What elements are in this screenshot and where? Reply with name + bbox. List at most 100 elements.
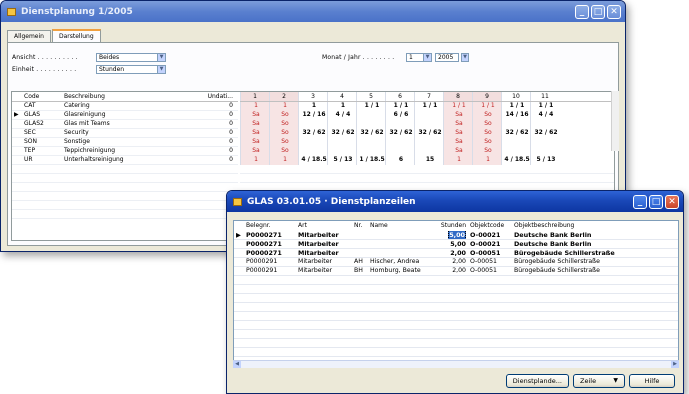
maximize-button[interactable]: □ xyxy=(591,4,605,19)
table-row[interactable]: TEP Teppichreinigung 0 xyxy=(12,147,238,156)
col-objektcode[interactable]: Objektcode xyxy=(468,221,512,231)
day-cell[interactable]: 4 / 4 xyxy=(530,111,559,120)
day-cell[interactable]: Sa xyxy=(240,147,269,156)
hilfe-button[interactable]: Hilfe xyxy=(629,374,675,388)
day-cell[interactable]: 1 / 1 xyxy=(530,102,559,111)
row-selector-icon[interactable]: ▶ xyxy=(234,231,244,239)
cell-stunden[interactable]: 2,00 xyxy=(438,267,468,275)
close-button[interactable]: ✕ xyxy=(665,194,679,209)
dienstplan-button[interactable]: Dienstplande... xyxy=(505,374,569,388)
table-row[interactable]: Sa So Sa So xyxy=(240,147,614,156)
day-cell[interactable]: So xyxy=(269,120,298,129)
table-row[interactable]: P0000291 Mitarbeiter BH Homburg, Beate 2,00 O… xyxy=(234,267,678,276)
col-art[interactable]: Art xyxy=(296,221,352,231)
day-cell[interactable] xyxy=(414,138,443,147)
day-cell[interactable]: 12 / 16 xyxy=(298,111,327,120)
row-selector-icon[interactable] xyxy=(12,156,22,164)
col-nr[interactable]: Nr. xyxy=(352,221,368,231)
day-cell[interactable]: So xyxy=(269,138,298,147)
row-selector-icon[interactable] xyxy=(234,249,244,257)
close-button[interactable]: ✕ xyxy=(607,4,621,19)
dropdown-arrow-icon[interactable]: ▼ xyxy=(157,53,165,61)
day-cell[interactable] xyxy=(356,111,385,120)
day-cell[interactable]: 14 / 16 xyxy=(501,111,530,120)
day-cell[interactable] xyxy=(414,111,443,120)
day-cell[interactable]: 1 xyxy=(240,156,269,165)
day-cell[interactable]: 6 / 6 xyxy=(385,111,414,120)
day-cell[interactable]: So xyxy=(269,129,298,138)
day-header-cell[interactable]: 4 xyxy=(327,92,356,101)
day-cell[interactable] xyxy=(530,120,559,129)
table-row[interactable]: P0000291 Mitarbeiter AH Hischer, Andrea 2,00… xyxy=(234,258,678,267)
col-name[interactable]: Name xyxy=(368,221,438,231)
col-beschreibung[interactable]: Beschreibung xyxy=(62,92,180,101)
minimize-button[interactable]: _ xyxy=(575,4,589,19)
table-row[interactable]: ▶ P0000271 Mitarbeiter 5,00 O-00021 Deutsche … xyxy=(234,231,678,240)
day-cell[interactable] xyxy=(385,120,414,129)
day-cell[interactable]: Sa xyxy=(443,138,472,147)
day-cell[interactable]: So xyxy=(472,129,501,138)
horizontal-scrollbar[interactable]: ◀ ▶ xyxy=(233,360,679,368)
day-cell[interactable] xyxy=(530,138,559,147)
day-cell[interactable]: 32 / 62 xyxy=(385,129,414,138)
row-selector-icon[interactable] xyxy=(12,102,22,110)
row-selector-icon[interactable] xyxy=(12,147,22,155)
day-cell[interactable]: 1 / 1 xyxy=(443,102,472,111)
day-cell[interactable]: Sa xyxy=(443,111,472,120)
day-cell[interactable]: 1 / 1 xyxy=(385,102,414,111)
ansicht-select[interactable]: Beides ▼ xyxy=(96,52,166,62)
table-row[interactable]: Sa So Sa So xyxy=(240,120,614,129)
table-row[interactable]: 114 / 18.5 5 / 13 1 / 18.5 6 15 1 1 4 / 18.5 5 /… xyxy=(240,156,614,165)
col-code[interactable]: Code xyxy=(22,92,62,101)
day-cell[interactable]: 32 / 62 xyxy=(327,129,356,138)
day-cell[interactable]: 15 xyxy=(414,156,443,165)
day-cell[interactable]: Sa xyxy=(240,120,269,129)
cell-stunden[interactable]: 5,00 xyxy=(438,240,468,248)
scroll-right-icon[interactable]: ▶ xyxy=(671,361,679,368)
day-cell[interactable]: 5 / 13 xyxy=(530,156,559,165)
day-cell[interactable] xyxy=(501,138,530,147)
table-row[interactable]: 11111 / 11 / 11 / 11 / 11 / 11 / 11 / 1 xyxy=(240,102,614,111)
day-cell[interactable] xyxy=(298,138,327,147)
day-cell[interactable]: 32 / 62 xyxy=(414,129,443,138)
day-cell[interactable]: 1 xyxy=(472,156,501,165)
day-cell[interactable]: 1 xyxy=(240,102,269,111)
zeile-button[interactable]: Zeile ▼ xyxy=(573,374,625,388)
monat-select[interactable]: 1 ▼ xyxy=(406,52,432,62)
day-header-cell[interactable]: 1 xyxy=(240,92,269,101)
day-cell[interactable]: 32 / 62 xyxy=(298,129,327,138)
day-cell[interactable] xyxy=(327,138,356,147)
day-cell[interactable]: 1 / 1 xyxy=(501,102,530,111)
day-header-cell[interactable]: 11 xyxy=(530,92,559,101)
table-row[interactable]: Sa So Sa So xyxy=(240,138,614,147)
day-header-cell[interactable]: 2 xyxy=(269,92,298,101)
row-selector-icon[interactable]: ▶ xyxy=(12,111,22,119)
table-row[interactable]: GLAS2 Glas mit Teams 0 xyxy=(12,120,238,129)
title-bar[interactable]: Dienstplanung 1/2005 _ □ ✕ xyxy=(1,1,625,22)
title-bar[interactable]: GLAS 03.01.05 · Dienstplanzeilen _ □ ✕ xyxy=(227,191,683,212)
day-cell[interactable] xyxy=(385,147,414,156)
day-header-cell[interactable]: 3 xyxy=(298,92,327,101)
jahr-dropdown-icon[interactable]: ▼ xyxy=(461,52,469,62)
day-cell[interactable]: So xyxy=(269,111,298,120)
day-cell[interactable]: So xyxy=(269,147,298,156)
minimize-button[interactable]: _ xyxy=(633,194,647,209)
day-header-cell[interactable]: 6 xyxy=(385,92,414,101)
day-cell[interactable]: 4 / 18.5 xyxy=(501,156,530,165)
day-cell[interactable]: 5 / 13 xyxy=(327,156,356,165)
day-header-cell[interactable]: 7 xyxy=(414,92,443,101)
table-row[interactable]: ▶ GLAS Glasreinigung 0 xyxy=(12,111,238,120)
day-cell[interactable] xyxy=(356,138,385,147)
col-stunden[interactable]: Stunden xyxy=(438,221,468,231)
day-cell[interactable]: 1 xyxy=(327,102,356,111)
table-row[interactable]: CAT Catering 0 xyxy=(12,102,238,111)
day-cell[interactable]: Sa xyxy=(240,138,269,147)
day-header-cell[interactable]: 5 xyxy=(356,92,385,101)
einheit-select[interactable]: Stunden ▼ xyxy=(96,64,166,74)
row-selector-icon[interactable] xyxy=(12,129,22,137)
cell-stunden[interactable]: 5,00 xyxy=(438,231,468,239)
col-objektbeschreibung[interactable]: Objektbeschreibung xyxy=(512,221,662,231)
day-cell[interactable] xyxy=(298,120,327,129)
day-cell[interactable]: Sa xyxy=(443,147,472,156)
cell-stunden[interactable]: 2,00 xyxy=(438,249,468,257)
